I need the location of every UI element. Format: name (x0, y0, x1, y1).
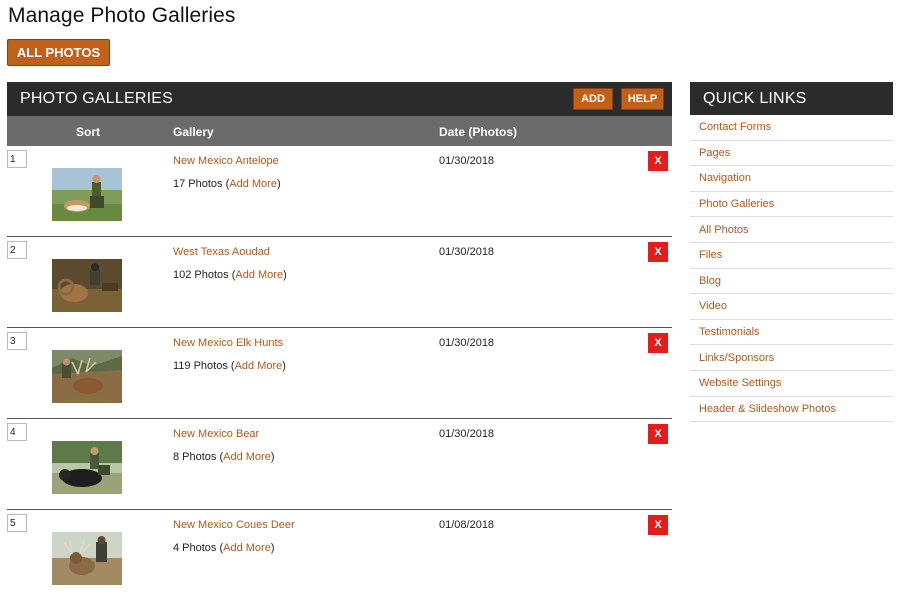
photo-galleries-panel: PHOTO GALLERIES ADD HELP Sort Gallery Da… (7, 82, 672, 596)
quick-links-panel: QUICK LINKS Contact Forms Pages Navigation… (690, 82, 893, 423)
gallery-date: 01/30/2018 (439, 246, 495, 258)
quick-link-item: Video (690, 294, 893, 320)
quick-link[interactable]: Header & Slideshow Photos (699, 403, 836, 415)
gallery-date: 01/08/2018 (439, 519, 495, 531)
gallery-thumbnail[interactable] (52, 532, 122, 585)
panel-title: PHOTO GALLERIES (20, 90, 173, 107)
gallery-name-link[interactable]: New Mexico Coues Deer (173, 519, 295, 531)
quick-link-item: Photo Galleries (690, 192, 893, 218)
sort-order-input[interactable] (7, 241, 27, 259)
photo-count-text: 17 Photos ( (173, 178, 230, 190)
gallery-thumbnail[interactable] (52, 350, 122, 403)
delete-gallery-button[interactable]: X (648, 151, 668, 171)
table-row: New Mexico Antelope 17 Photos (Add More) 0… (7, 146, 672, 237)
sort-order-input[interactable] (7, 514, 27, 532)
add-more-link[interactable]: Add More (223, 451, 271, 463)
photo-count-text: 8 Photos ( (173, 451, 224, 463)
close-paren: ) (276, 178, 281, 190)
quick-link[interactable]: Contact Forms (699, 121, 771, 133)
delete-gallery-button[interactable]: X (648, 333, 668, 353)
panel-header: PHOTO GALLERIES ADD HELP (7, 82, 672, 116)
gallery-thumbnail[interactable] (52, 259, 122, 312)
quick-link-item: Website Settings (690, 371, 893, 397)
close-paren: ) (282, 360, 286, 372)
quick-link-item: Pages (690, 141, 893, 167)
table-row: New Mexico Elk Hunts 119 Photos (Add More… (7, 328, 672, 419)
quick-link[interactable]: Photo Galleries (699, 198, 774, 210)
table-row: West Texas Aoudad 102 Photos (Add More) 01… (7, 237, 672, 328)
gallery-table-body: New Mexico Antelope17 Photos (Add More)0… (7, 146, 672, 596)
page-title: Manage Photo Galleries (8, 4, 236, 27)
table-row: New Mexico Bear 8 Photos (Add More) 01/30/… (7, 419, 672, 510)
photo-count: 17 Photos (Add More) (173, 178, 281, 190)
quick-link[interactable]: All Photos (699, 224, 749, 236)
sort-order-input[interactable] (7, 150, 27, 168)
add-more-link[interactable]: Add More (235, 360, 283, 372)
add-gallery-button[interactable]: ADD (573, 88, 613, 110)
quick-link-item: Contact Forms (690, 115, 893, 141)
quick-link[interactable]: Testimonials (699, 326, 760, 338)
quick-link[interactable]: Navigation (699, 172, 751, 184)
quick-link[interactable]: Blog (699, 275, 721, 287)
photo-count: 119 Photos (Add More) (173, 360, 286, 372)
add-more-link[interactable]: Add More (229, 178, 277, 190)
close-paren: ) (283, 269, 287, 281)
photo-count-text: 4 Photos ( (173, 542, 224, 554)
table-row: New Mexico Coues Deer 4 Photos (Add More)… (7, 510, 672, 596)
quick-link-item: Blog (690, 269, 893, 295)
quick-link-item: Testimonials (690, 320, 893, 346)
photo-count-text: 119 Photos ( (173, 360, 235, 372)
gallery-date: 01/30/2018 (439, 428, 495, 440)
column-header-sort: Sort (76, 125, 100, 139)
sort-order-input[interactable] (7, 332, 27, 350)
quick-link[interactable]: Video (699, 300, 727, 312)
gallery-thumbnail[interactable] (52, 441, 122, 494)
delete-gallery-button[interactable]: X (648, 515, 668, 535)
quick-link-item: Links/Sponsors (690, 345, 893, 371)
gallery-thumbnail[interactable] (52, 168, 122, 221)
quick-link-item: Files (690, 243, 893, 269)
quick-link-item: Header & Slideshow Photos (690, 397, 893, 423)
photo-count-text: 102 Photos ( (173, 269, 236, 281)
quick-link-item: All Photos (690, 217, 893, 243)
gallery-name-link[interactable]: New Mexico Bear (173, 428, 259, 440)
all-photos-button[interactable]: ALL PHOTOS (7, 39, 110, 66)
quick-link[interactable]: Website Settings (699, 377, 781, 389)
quick-link-item: Navigation (690, 166, 893, 192)
close-paren: ) (270, 542, 275, 554)
gallery-name-link[interactable]: New Mexico Antelope (173, 155, 279, 167)
gallery-date: 01/30/2018 (439, 155, 495, 167)
quick-link[interactable]: Links/Sponsors (699, 352, 774, 364)
help-button[interactable]: HELP (621, 88, 664, 110)
add-more-link[interactable]: Add More (223, 542, 271, 554)
gallery-name-link[interactable]: New Mexico Elk Hunts (173, 337, 283, 349)
quick-link[interactable]: Pages (699, 147, 730, 159)
photo-count: 102 Photos (Add More) (173, 269, 287, 281)
quick-links-header: QUICK LINKS (690, 82, 893, 115)
sort-order-input[interactable] (7, 423, 27, 441)
column-header-date: Date (Photos) (439, 125, 517, 139)
delete-gallery-button[interactable]: X (648, 242, 668, 262)
quick-links-list: Contact Forms Pages Navigation Photo Galler… (690, 115, 893, 423)
add-more-link[interactable]: Add More (235, 269, 283, 281)
close-paren: ) (270, 451, 275, 463)
column-header-gallery: Gallery (173, 125, 214, 139)
delete-gallery-button[interactable]: X (648, 424, 668, 444)
photo-count: 8 Photos (Add More) (173, 451, 275, 463)
quick-links-title: QUICK LINKS (703, 89, 807, 107)
table-column-header: Sort Gallery Date (Photos) (7, 116, 672, 146)
gallery-name-link[interactable]: West Texas Aoudad (173, 246, 270, 258)
photo-count: 4 Photos (Add More) (173, 542, 275, 554)
quick-link[interactable]: Files (699, 249, 722, 261)
gallery-date: 01/30/2018 (439, 337, 495, 349)
